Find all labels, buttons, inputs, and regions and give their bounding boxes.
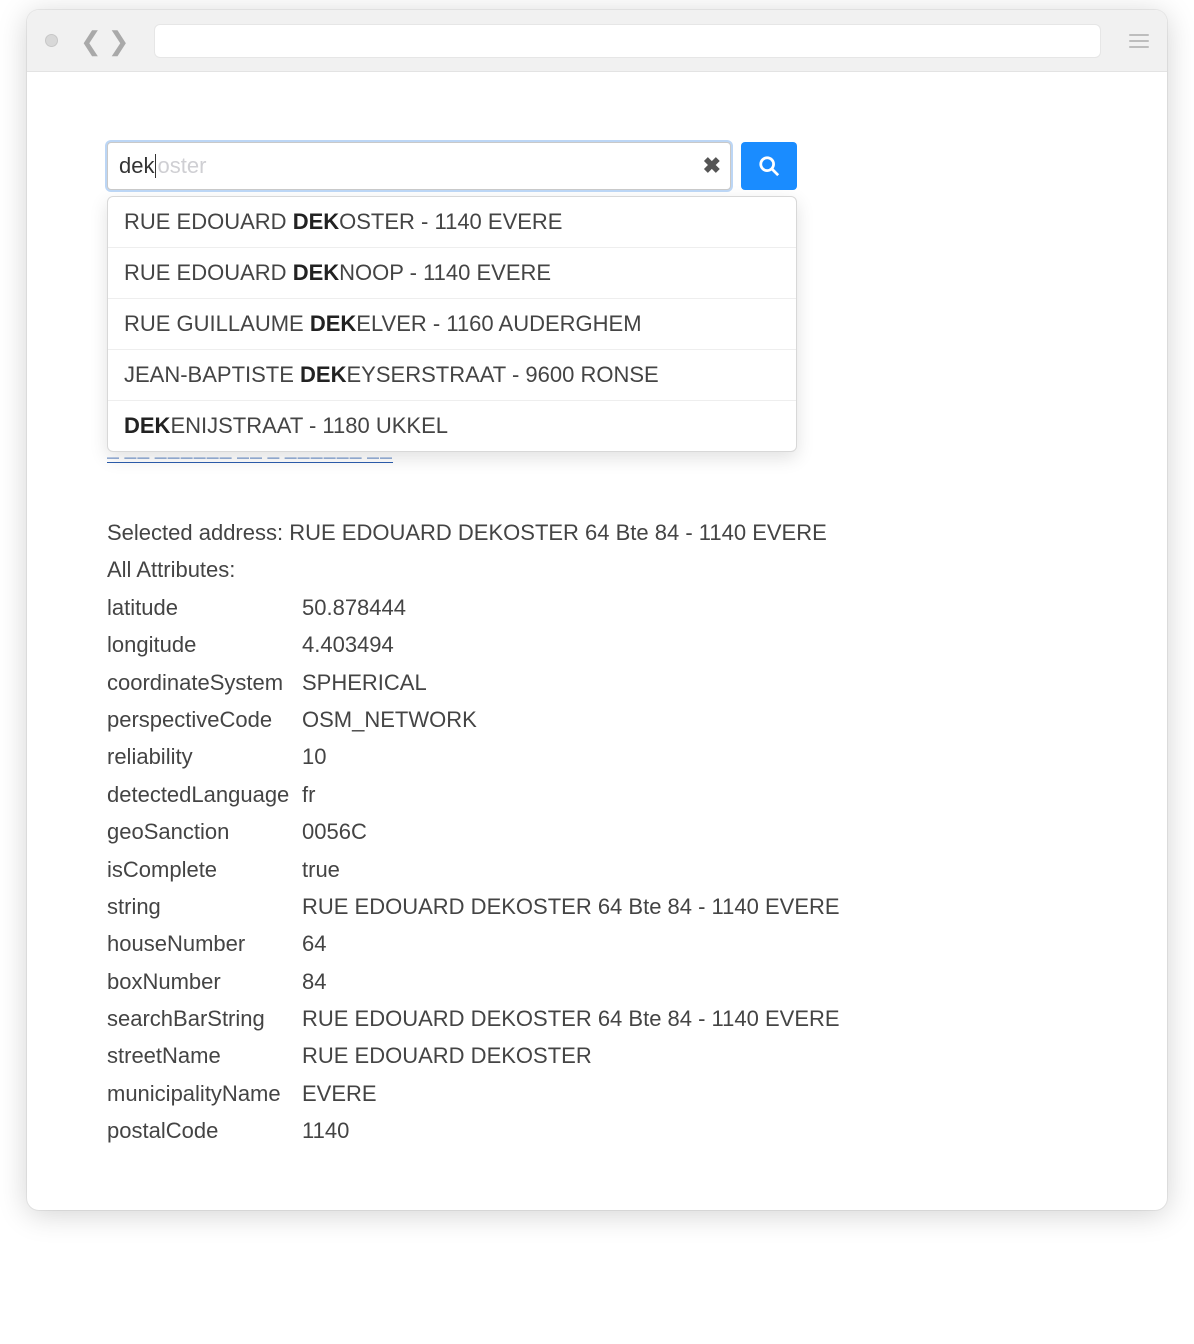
attribute-key: municipalityName bbox=[107, 1075, 302, 1112]
attribute-key: latitude bbox=[107, 589, 302, 626]
url-bar[interactable] bbox=[154, 24, 1101, 58]
suggestion-pre: JEAN-BAPTISTE bbox=[124, 362, 300, 387]
attribute-value: OSM_NETWORK bbox=[302, 701, 1087, 738]
attribute-value: true bbox=[302, 851, 1087, 888]
results-section: Selected address: RUE EDOUARD DEKOSTER 6… bbox=[107, 514, 1087, 1150]
suggestion-post: NOOP - 1140 EVERE bbox=[339, 260, 551, 285]
attribute-key: postalCode bbox=[107, 1112, 302, 1149]
clear-input-icon[interactable]: ✖ bbox=[703, 142, 721, 190]
attribute-key: perspectiveCode bbox=[107, 701, 302, 738]
suggestion-post: ENIJSTRAAT - 1180 UKKEL bbox=[170, 413, 448, 438]
nav-arrows: ❮ ❯ bbox=[78, 28, 132, 54]
attribute-row: streetNameRUE EDOUARD DEKOSTER bbox=[107, 1037, 1087, 1074]
attribute-value: SPHERICAL bbox=[302, 664, 1087, 701]
attribute-row: reliability10 bbox=[107, 738, 1087, 775]
attribute-row: searchBarStringRUE EDOUARD DEKOSTER 64 B… bbox=[107, 1000, 1087, 1037]
attribute-key: coordinateSystem bbox=[107, 664, 302, 701]
browser-window: ❮ ❯ dek oster ✖ bbox=[27, 10, 1167, 1210]
selected-address-value: RUE EDOUARD DEKOSTER 64 Bte 84 - 1140 EV… bbox=[289, 520, 827, 545]
attribute-value: 50.878444 bbox=[302, 589, 1087, 626]
browser-titlebar: ❮ ❯ bbox=[27, 10, 1167, 72]
menu-icon[interactable] bbox=[1129, 34, 1149, 48]
attribute-row: boxNumber84 bbox=[107, 963, 1087, 1000]
attribute-value: 0056C bbox=[302, 813, 1087, 850]
window-control-dot[interactable] bbox=[45, 34, 58, 47]
attribute-key: isComplete bbox=[107, 851, 302, 888]
suggestion-item[interactable]: RUE EDOUARD DEKOSTER - 1140 EVERE bbox=[108, 197, 796, 248]
suggestion-match: DEK bbox=[310, 311, 356, 336]
attribute-value: 10 bbox=[302, 738, 1087, 775]
attribute-value: 84 bbox=[302, 963, 1087, 1000]
suggestion-pre: RUE EDOUARD bbox=[124, 209, 293, 234]
attribute-key: geoSanction bbox=[107, 813, 302, 850]
attribute-row: houseNumber64 bbox=[107, 925, 1087, 962]
attribute-row: postalCode1140 bbox=[107, 1112, 1087, 1149]
page-content: dek oster ✖ RUE EDOUARD DEKOSTER - 1140 … bbox=[27, 72, 1167, 1210]
search-icon bbox=[758, 155, 780, 177]
suggestion-match: DEK bbox=[300, 362, 346, 387]
attribute-key: string bbox=[107, 888, 302, 925]
nav-back-icon[interactable]: ❮ bbox=[78, 28, 104, 54]
obscured-link-fragment: — —— —————— —— — —————— —— bbox=[107, 450, 1087, 464]
address-search-input[interactable] bbox=[107, 142, 731, 190]
attribute-key: streetName bbox=[107, 1037, 302, 1074]
attribute-row: coordinateSystemSPHERICAL bbox=[107, 664, 1087, 701]
suggestion-match: DEK bbox=[124, 413, 170, 438]
selected-address-label: Selected address: bbox=[107, 520, 283, 545]
attribute-value: RUE EDOUARD DEKOSTER 64 Bte 84 - 1140 EV… bbox=[302, 888, 1087, 925]
attribute-key: houseNumber bbox=[107, 925, 302, 962]
suggestion-item[interactable]: RUE GUILLAUME DEKELVER - 1160 AUDERGHEM bbox=[108, 299, 796, 350]
attribute-list: latitude50.878444longitude4.403494coordi… bbox=[107, 589, 1087, 1150]
attribute-value: 1140 bbox=[302, 1112, 1087, 1149]
suggestion-item[interactable]: DEKENIJSTRAAT - 1180 UKKEL bbox=[108, 401, 796, 451]
suggestion-item[interactable]: RUE EDOUARD DEKNOOP - 1140 EVERE bbox=[108, 248, 796, 299]
selected-address-line: Selected address: RUE EDOUARD DEKOSTER 6… bbox=[107, 514, 1087, 551]
attribute-row: detectedLanguagefr bbox=[107, 776, 1087, 813]
search-button[interactable] bbox=[741, 142, 797, 190]
suggestion-item[interactable]: JEAN-BAPTISTE DEKEYSERSTRAAT - 9600 RONS… bbox=[108, 350, 796, 401]
suggestion-post: EYSERSTRAAT - 9600 RONSE bbox=[347, 362, 659, 387]
attribute-row: perspectiveCodeOSM_NETWORK bbox=[107, 701, 1087, 738]
attribute-value: EVERE bbox=[302, 1075, 1087, 1112]
attribute-key: longitude bbox=[107, 626, 302, 663]
attribute-key: searchBarString bbox=[107, 1000, 302, 1037]
attribute-key: detectedLanguage bbox=[107, 776, 302, 813]
attribute-value: fr bbox=[302, 776, 1087, 813]
attribute-row: isCompletetrue bbox=[107, 851, 1087, 888]
suggestion-dropdown: RUE EDOUARD DEKOSTER - 1140 EVERERUE EDO… bbox=[107, 196, 797, 452]
attribute-value: 64 bbox=[302, 925, 1087, 962]
attribute-value: RUE EDOUARD DEKOSTER bbox=[302, 1037, 1087, 1074]
all-attributes-label: All Attributes: bbox=[107, 551, 1087, 588]
suggestion-pre: RUE EDOUARD bbox=[124, 260, 293, 285]
attribute-row: longitude4.403494 bbox=[107, 626, 1087, 663]
suggestion-match: DEK bbox=[293, 260, 339, 285]
search-box: dek oster ✖ bbox=[107, 142, 731, 190]
attribute-row: stringRUE EDOUARD DEKOSTER 64 Bte 84 - 1… bbox=[107, 888, 1087, 925]
search-row: dek oster ✖ bbox=[107, 142, 797, 190]
attribute-key: reliability bbox=[107, 738, 302, 775]
attribute-row: geoSanction0056C bbox=[107, 813, 1087, 850]
attribute-key: boxNumber bbox=[107, 963, 302, 1000]
suggestion-post: ELVER - 1160 AUDERGHEM bbox=[356, 311, 641, 336]
attribute-row: municipalityNameEVERE bbox=[107, 1075, 1087, 1112]
attribute-value: 4.403494 bbox=[302, 626, 1087, 663]
suggestion-match: DEK bbox=[293, 209, 339, 234]
suggestion-post: OSTER - 1140 EVERE bbox=[339, 209, 562, 234]
suggestion-pre: RUE GUILLAUME bbox=[124, 311, 310, 336]
attribute-row: latitude50.878444 bbox=[107, 589, 1087, 626]
nav-forward-icon[interactable]: ❯ bbox=[106, 28, 132, 54]
attribute-value: RUE EDOUARD DEKOSTER 64 Bte 84 - 1140 EV… bbox=[302, 1000, 1087, 1037]
